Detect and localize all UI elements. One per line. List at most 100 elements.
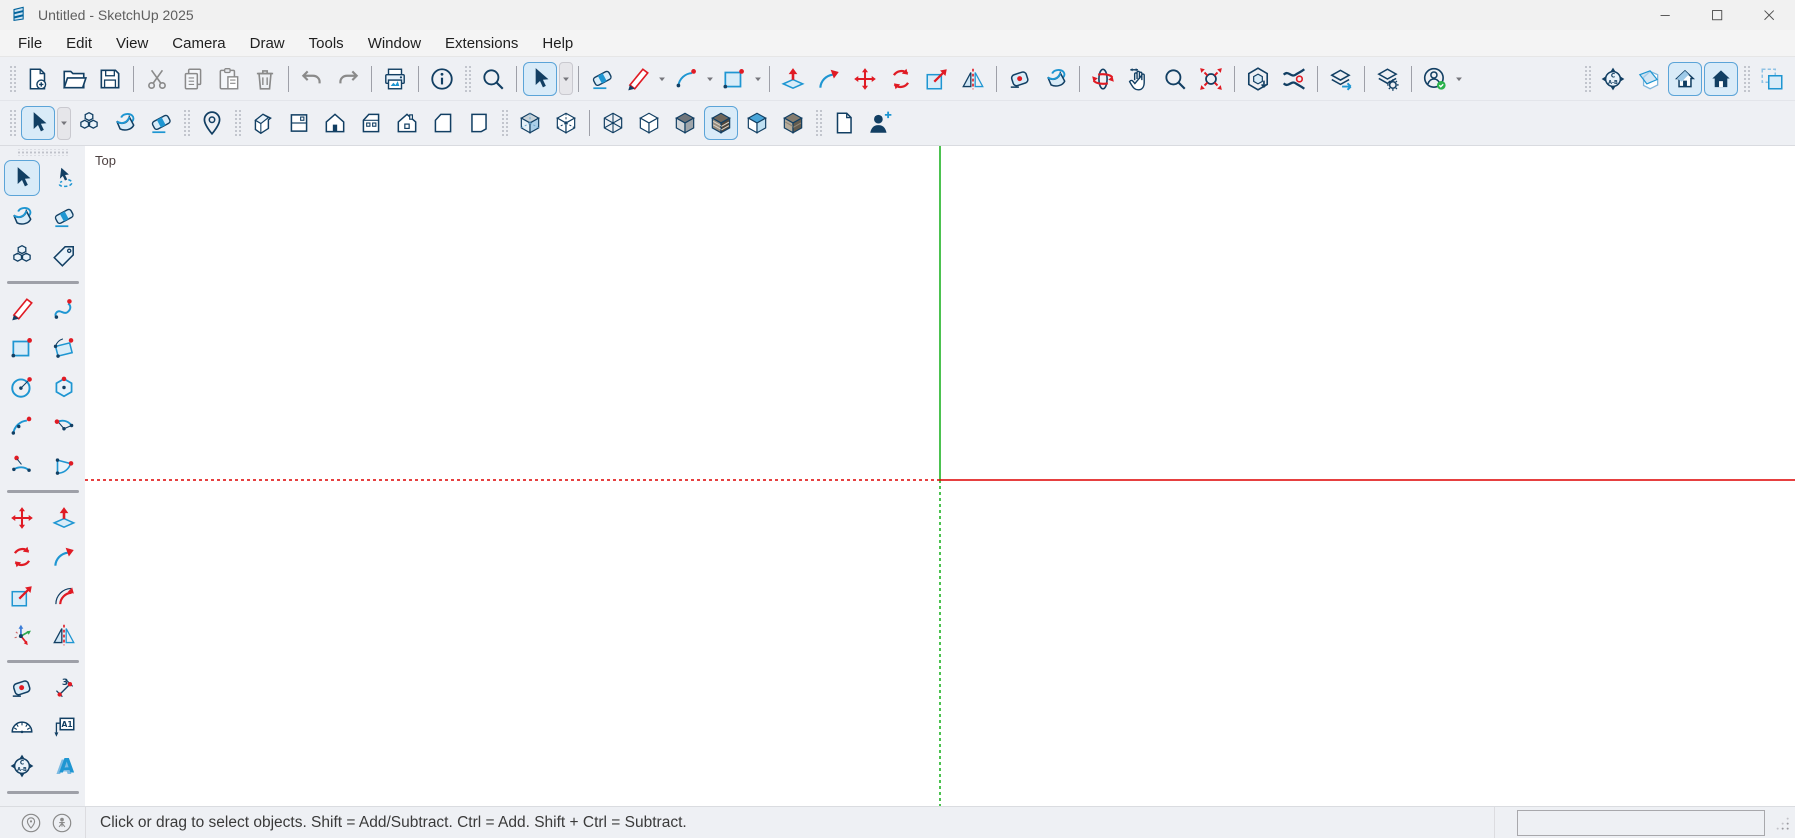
view-right-button[interactable] (354, 106, 388, 140)
credit-button[interactable] (51, 812, 73, 834)
eraser-tool-button[interactable] (144, 106, 178, 140)
arc-center-button[interactable] (46, 408, 82, 444)
push-pull-button[interactable] (776, 62, 810, 96)
toolbar-grip[interactable] (183, 109, 190, 137)
menu-window[interactable]: Window (356, 32, 433, 55)
dropdown-caret[interactable] (1453, 64, 1465, 94)
section-plane-button[interactable]: CA-B (1596, 62, 1630, 96)
follow-me-button[interactable] (46, 539, 82, 575)
close-button[interactable] (1743, 0, 1795, 30)
cut-button[interactable] (140, 62, 174, 96)
style-hidden-line-button[interactable] (632, 106, 666, 140)
save-button[interactable] (93, 62, 127, 96)
menu-extensions[interactable]: Extensions (433, 32, 530, 55)
menu-file[interactable]: File (6, 32, 54, 55)
rectangle-tool-button[interactable] (717, 62, 751, 96)
account-button[interactable] (1418, 62, 1452, 96)
scale-button[interactable] (4, 578, 40, 614)
geolocation-button[interactable] (20, 812, 42, 834)
blank-page-button[interactable] (827, 106, 861, 140)
circle-tool-button[interactable] (4, 369, 40, 405)
add-person-button[interactable] (863, 106, 897, 140)
menu-draw[interactable]: Draw (238, 32, 297, 55)
follow-me-button[interactable] (812, 62, 846, 96)
menu-camera[interactable]: Camera (160, 32, 237, 55)
style-shaded-button[interactable] (668, 106, 702, 140)
paint-bucket-button[interactable] (4, 199, 40, 235)
redo-button[interactable] (331, 62, 365, 96)
line-tool-button[interactable] (621, 62, 655, 96)
dropdown-caret[interactable] (57, 107, 71, 140)
display-section-planes-button[interactable] (1632, 62, 1666, 96)
menu-help[interactable]: Help (530, 32, 585, 55)
rotate-button[interactable] (4, 539, 40, 575)
palette-grip[interactable] (18, 149, 68, 156)
move-button[interactable] (4, 500, 40, 536)
toolbar-grip[interactable] (464, 65, 471, 93)
tag-tool-button[interactable] (46, 238, 82, 274)
toolbar-grip[interactable] (1584, 65, 1591, 93)
copy-instance-button[interactable] (1755, 62, 1789, 96)
minimize-button[interactable] (1639, 0, 1691, 30)
toolbar-grip[interactable] (9, 109, 16, 137)
view-bottom-button[interactable] (462, 106, 496, 140)
display-section-fill-button[interactable] (1704, 62, 1738, 96)
share-model-button[interactable] (1324, 62, 1358, 96)
freehand-tool-button[interactable] (46, 291, 82, 327)
offset-button[interactable] (46, 578, 82, 614)
pan-button[interactable] (1122, 62, 1156, 96)
extension-warehouse-button[interactable] (1277, 62, 1311, 96)
scale-button[interactable] (920, 62, 954, 96)
line-tool-button[interactable] (4, 291, 40, 327)
3d-text-button[interactable]: AA (46, 748, 82, 784)
zoom-extents-button[interactable] (1194, 62, 1228, 96)
arc-3point-button[interactable] (4, 447, 40, 483)
maximize-button[interactable] (1691, 0, 1743, 30)
style-monochrome-button[interactable] (776, 106, 810, 140)
copy-button[interactable] (176, 62, 210, 96)
text-button[interactable]: A1 (46, 709, 82, 745)
style-photo-button[interactable] (740, 106, 774, 140)
tape-measure-button[interactable] (1003, 62, 1037, 96)
flip-button[interactable] (956, 62, 990, 96)
select-tool-button[interactable] (4, 160, 40, 196)
model-info-button[interactable] (425, 62, 459, 96)
open-button[interactable] (57, 62, 91, 96)
toolbar-grip[interactable] (9, 65, 16, 93)
select-tool-button[interactable] (523, 62, 557, 96)
zoom-button[interactable] (1158, 62, 1192, 96)
toolbar-grip[interactable] (234, 109, 241, 137)
view-top-button[interactable] (282, 106, 316, 140)
toolbar-grip[interactable] (501, 109, 508, 137)
view-left-button[interactable] (426, 106, 460, 140)
pie-tool-button[interactable] (46, 447, 82, 483)
push-pull-button[interactable] (46, 500, 82, 536)
dimension-button[interactable]: 3 (46, 670, 82, 706)
components-button[interactable] (72, 106, 106, 140)
view-back-button[interactable] (390, 106, 424, 140)
paint-bucket-button[interactable] (1039, 62, 1073, 96)
style-wireframe-button[interactable] (596, 106, 630, 140)
orbit-button[interactable] (1086, 62, 1120, 96)
menu-edit[interactable]: Edit (54, 32, 104, 55)
dropdown-caret[interactable] (752, 64, 764, 94)
section-plane-button[interactable]: CA-B (4, 748, 40, 784)
view-front-button[interactable] (318, 106, 352, 140)
undo-button[interactable] (295, 62, 329, 96)
style-xray-button[interactable] (513, 106, 547, 140)
menu-view[interactable]: View (104, 32, 160, 55)
rotate-button[interactable] (884, 62, 918, 96)
axes-button[interactable] (4, 617, 40, 653)
toolbar-grip[interactable] (815, 109, 822, 137)
print-button[interactable] (378, 62, 412, 96)
resize-grip-icon[interactable] (1769, 810, 1795, 836)
paste-button[interactable] (212, 62, 246, 96)
dropdown-caret[interactable] (559, 62, 573, 95)
measurements-input[interactable] (1517, 810, 1765, 836)
style-shaded-textures-button[interactable] (704, 106, 738, 140)
paint-bucket-button[interactable] (108, 106, 142, 140)
style-back-edges-button[interactable] (549, 106, 583, 140)
3d-warehouse-button[interactable] (1241, 62, 1275, 96)
eraser-tool-button[interactable] (46, 199, 82, 235)
eraser-tool-button[interactable] (585, 62, 619, 96)
